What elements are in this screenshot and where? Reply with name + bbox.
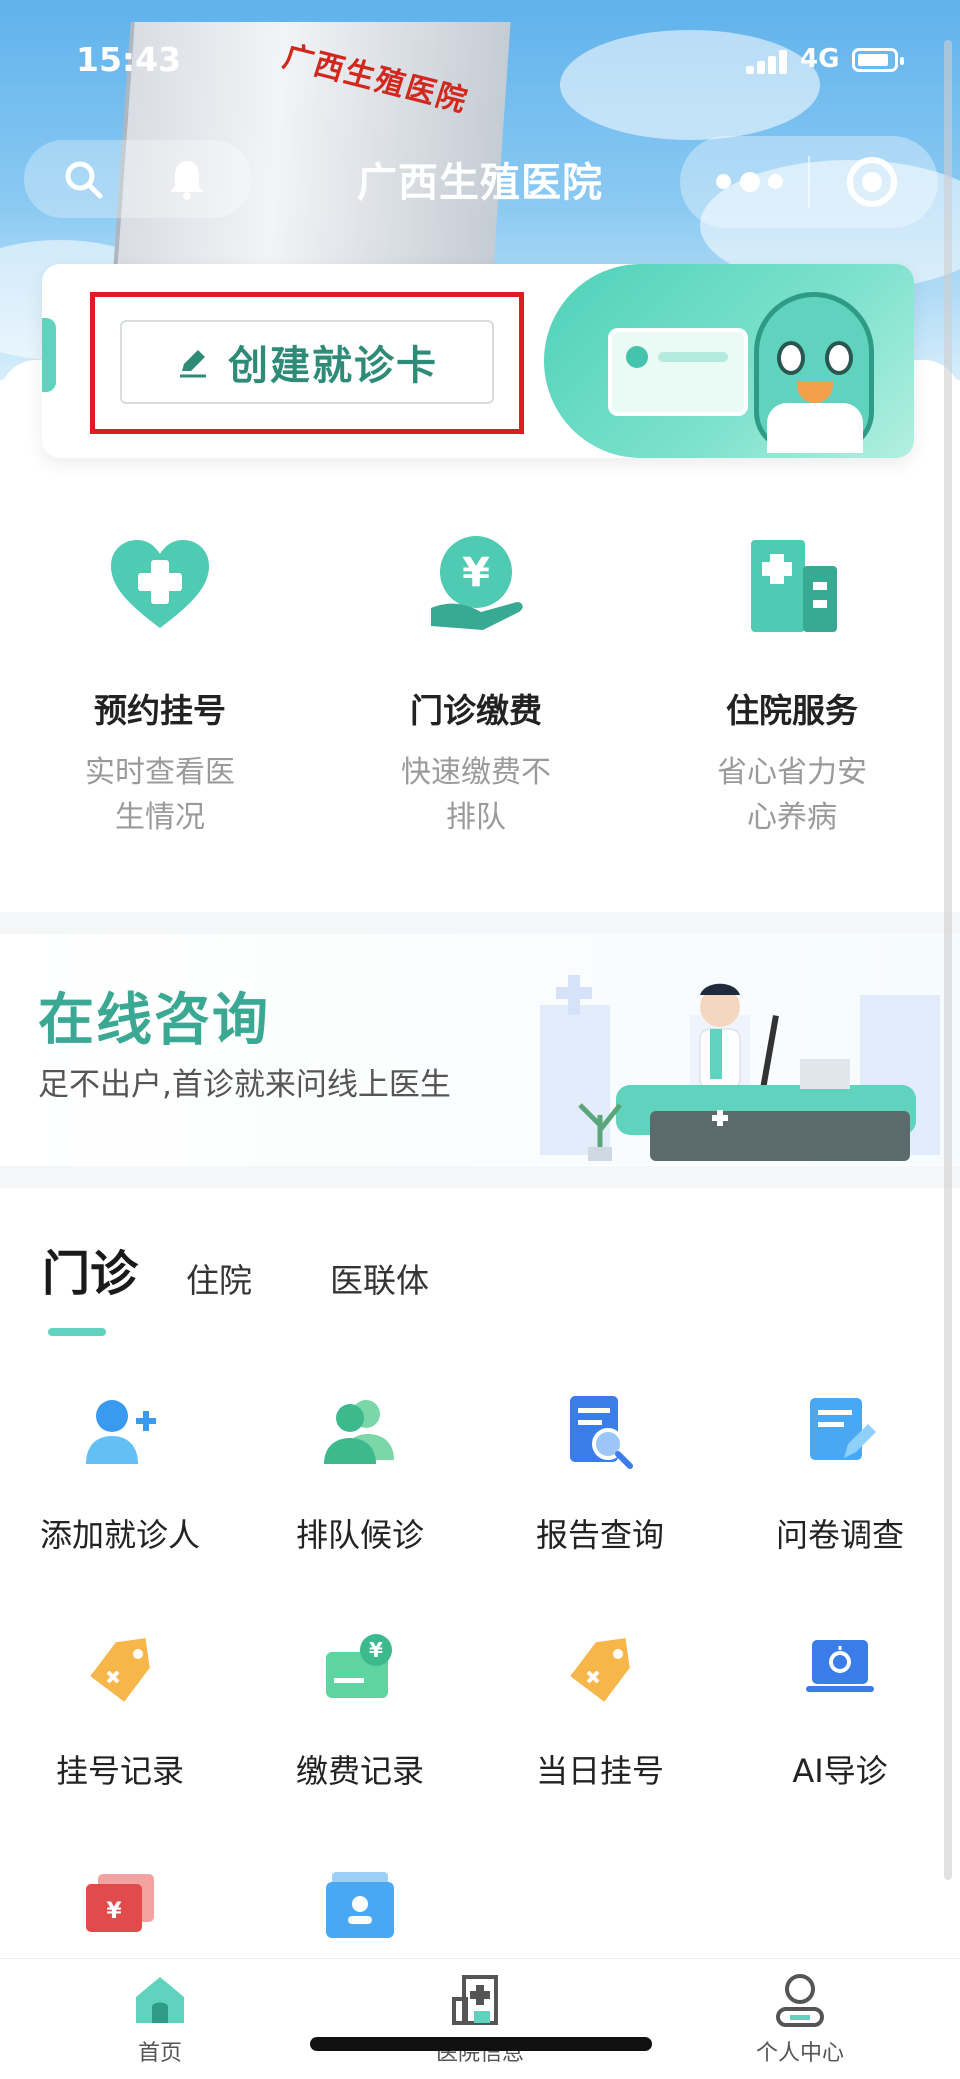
tag-icon <box>80 1628 160 1708</box>
grid-queue[interactable]: 排队候诊 <box>240 1392 480 1556</box>
grid-label: 问卷调查 <box>775 1516 904 1554</box>
tab-inpatient[interactable]: 住院 <box>186 1254 252 1302</box>
tab-indicator <box>48 1328 106 1336</box>
grid-label: AI导诊 <box>792 1752 888 1790</box>
grid-label: 排队候诊 <box>295 1516 424 1554</box>
signal-icon <box>746 50 790 74</box>
bird-mascot <box>754 292 874 453</box>
users-icon <box>320 1392 400 1472</box>
grid-add-patient[interactable]: 添加就诊人 <box>0 1392 240 1556</box>
grid-label: 当日挂号 <box>535 1752 664 1790</box>
capsule-divider <box>808 156 810 208</box>
svg-text:¥: ¥ <box>369 1638 383 1662</box>
status-bar: 15:43 4G <box>0 36 960 86</box>
questionnaire-icon <box>800 1392 880 1472</box>
yuan-card-icon: ¥ <box>80 1866 160 1946</box>
consult-subtitle: 足不出户,首诊就来问线上医生 <box>38 1067 451 1103</box>
medical-card-icon <box>608 328 748 416</box>
highlight-box <box>90 292 524 434</box>
grid-label: 挂号记录 <box>55 1752 184 1790</box>
service-desc: 实时查看医生情况 <box>85 755 235 835</box>
heart-plus-icon <box>105 530 215 640</box>
bottom-tab-bar: 首页 医院信息 个人中心 <box>0 1958 960 2079</box>
home-indicator <box>310 2037 652 2051</box>
more-icon[interactable] <box>716 170 786 194</box>
report-search-icon <box>560 1392 640 1472</box>
service-title: 住院服务 <box>726 691 858 730</box>
status-time: 15:43 <box>76 40 182 79</box>
mascot-illustration <box>544 264 914 458</box>
tab-outpatient[interactable]: 门诊 <box>42 1234 138 1304</box>
service-payment[interactable]: ¥ 门诊缴费 快速缴费不排队 <box>356 530 596 840</box>
tabbar-label: 个人中心 <box>755 2041 844 2066</box>
grid-ai-guide[interactable]: AI导诊 <box>720 1628 960 1792</box>
tabbar-label: 首页 <box>137 2041 182 2066</box>
grid-sameday[interactable]: 当日挂号 <box>480 1628 720 1792</box>
scrollbar[interactable] <box>944 40 952 1880</box>
tabbar-hospital-info[interactable]: 医院信息 <box>380 1969 580 2067</box>
tab-medical-alliance[interactable]: 医联体 <box>330 1254 429 1302</box>
hospital-icon <box>450 1969 510 2029</box>
profile-folder-icon <box>320 1866 400 1946</box>
grid-label: 报告查询 <box>535 1516 664 1554</box>
grid-registration-record[interactable]: 挂号记录 <box>0 1628 240 1792</box>
miniprogram-capsule <box>680 136 938 228</box>
section-divider <box>0 1166 960 1188</box>
section-divider <box>0 912 960 934</box>
tabbar-profile[interactable]: 个人中心 <box>700 1969 900 2067</box>
network-type: 4G <box>800 44 840 74</box>
service-inpatient[interactable]: 住院服务 省心省力安心养病 <box>672 530 912 840</box>
service-title: 预约挂号 <box>94 691 226 730</box>
grid-questionnaire[interactable]: 问卷调查 <box>720 1392 960 1556</box>
banner-left-mark <box>42 318 56 392</box>
service-desc: 快速缴费不排队 <box>401 755 551 835</box>
doctor-desk-illustration <box>540 975 940 1161</box>
home-icon <box>130 1969 190 2029</box>
svg-text:¥: ¥ <box>106 1899 122 1924</box>
user-icon <box>770 1969 830 2029</box>
yuan-hand-icon: ¥ <box>421 530 531 640</box>
close-miniprogram-icon[interactable] <box>847 157 897 207</box>
service-appointment[interactable]: 预约挂号 实时查看医生情况 <box>40 530 280 840</box>
grid-label: 添加就诊人 <box>39 1516 200 1554</box>
payment-card-icon: ¥ <box>320 1628 400 1708</box>
service-desc: 省心省力安心养病 <box>717 755 867 835</box>
tag-icon <box>560 1628 640 1708</box>
add-user-icon <box>80 1392 160 1472</box>
consult-title: 在线咨询 <box>38 988 270 1053</box>
battery-icon <box>852 48 904 72</box>
category-tabs: 门诊 住院 医联体 <box>0 1240 960 1340</box>
online-consult-banner[interactable]: 在线咨询 足不出户,首诊就来问线上医生 <box>0 935 960 1165</box>
grid-label: 缴费记录 <box>295 1752 424 1790</box>
grid-report[interactable]: 报告查询 <box>480 1392 720 1556</box>
hospital-building-icon <box>737 530 847 640</box>
ai-guide-icon <box>800 1628 880 1708</box>
grid-payment-record[interactable]: ¥ 缴费记录 <box>240 1628 480 1792</box>
svg-text:¥: ¥ <box>462 550 490 596</box>
tabbar-home[interactable]: 首页 <box>60 1969 260 2067</box>
service-title: 门诊缴费 <box>410 691 542 730</box>
